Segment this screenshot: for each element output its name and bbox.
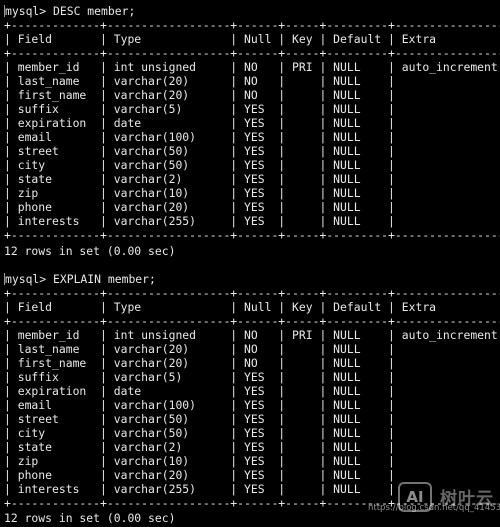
table-header-row: | Field | Type | Null | Key | Default | … [4,300,500,314]
terminal-window[interactable]: mysql> DESC member; +-------------+-----… [0,0,500,527]
table-border: +-------------+------------------+------… [4,228,500,242]
table-row: | zip | varchar(10) | YES | | NULL | | [4,186,500,200]
table-border: +-------------+------------------+------… [4,496,500,510]
table-row: | member_id | int unsigned | NO | PRI | … [4,328,500,342]
table-row: | interests | varchar(255) | YES | | NUL… [4,214,500,228]
table-row: | email | varchar(100) | YES | | NULL | … [4,130,500,144]
table-border: +-------------+------------------+------… [4,314,500,328]
table-row: | last_name | varchar(20) | NO | | NULL … [4,74,500,88]
table-border: +-------------+------------------+------… [4,18,500,32]
table-row: | suffix | varchar(5) | YES | | NULL | | [4,370,500,384]
table-row: | zip | varchar(10) | YES | | NULL | | [4,454,500,468]
table-row: | street | varchar(50) | YES | | NULL | … [4,144,500,158]
terminal-line: mysql> EXPLAIN member; [4,272,156,286]
table-row: | member_id | int unsigned | NO | PRI | … [4,60,500,74]
table-border: +-------------+------------------+------… [4,46,500,60]
result-summary: 12 rows in set (0.00 sec) [4,511,176,525]
table-border: +-------------+------------------+------… [4,286,500,300]
prompt-command-text: mysql> DESC member; [5,4,136,18]
result-summary: 12 rows in set (0.00 sec) [4,244,176,258]
table-row: | city | varchar(50) | YES | | NULL | | [4,426,500,440]
table-row: | first_name | varchar(20) | NO | | NULL… [4,88,500,102]
table-row: | last_name | varchar(20) | NO | | NULL … [4,342,500,356]
table-header-row: | Field | Type | Null | Key | Default | … [4,32,500,46]
terminal-line: mysql> DESC member; [4,4,135,18]
table-row: | street | varchar(50) | YES | | NULL | … [4,412,500,426]
table-row: | interests | varchar(255) | YES | | NUL… [4,482,500,496]
table-row: | phone | varchar(20) | YES | | NULL | | [4,468,500,482]
table-row: | state | varchar(2) | YES | | NULL | | [4,172,500,186]
table-row: | email | varchar(100) | YES | | NULL | … [4,398,500,412]
table-row: | city | varchar(50) | YES | | NULL | | [4,158,500,172]
prompt-command-text: mysql> EXPLAIN member; [5,272,156,286]
table-row: | phone | varchar(20) | YES | | NULL | | [4,200,500,214]
table-row: | first_name | varchar(20) | NO | | NULL… [4,356,500,370]
table-row: | expiration | date | YES | | NULL | | [4,116,500,130]
table-row: | expiration | date | YES | | NULL | | [4,384,500,398]
table-row: | state | varchar(2) | YES | | NULL | | [4,440,500,454]
table-row: | suffix | varchar(5) | YES | | NULL | | [4,102,500,116]
